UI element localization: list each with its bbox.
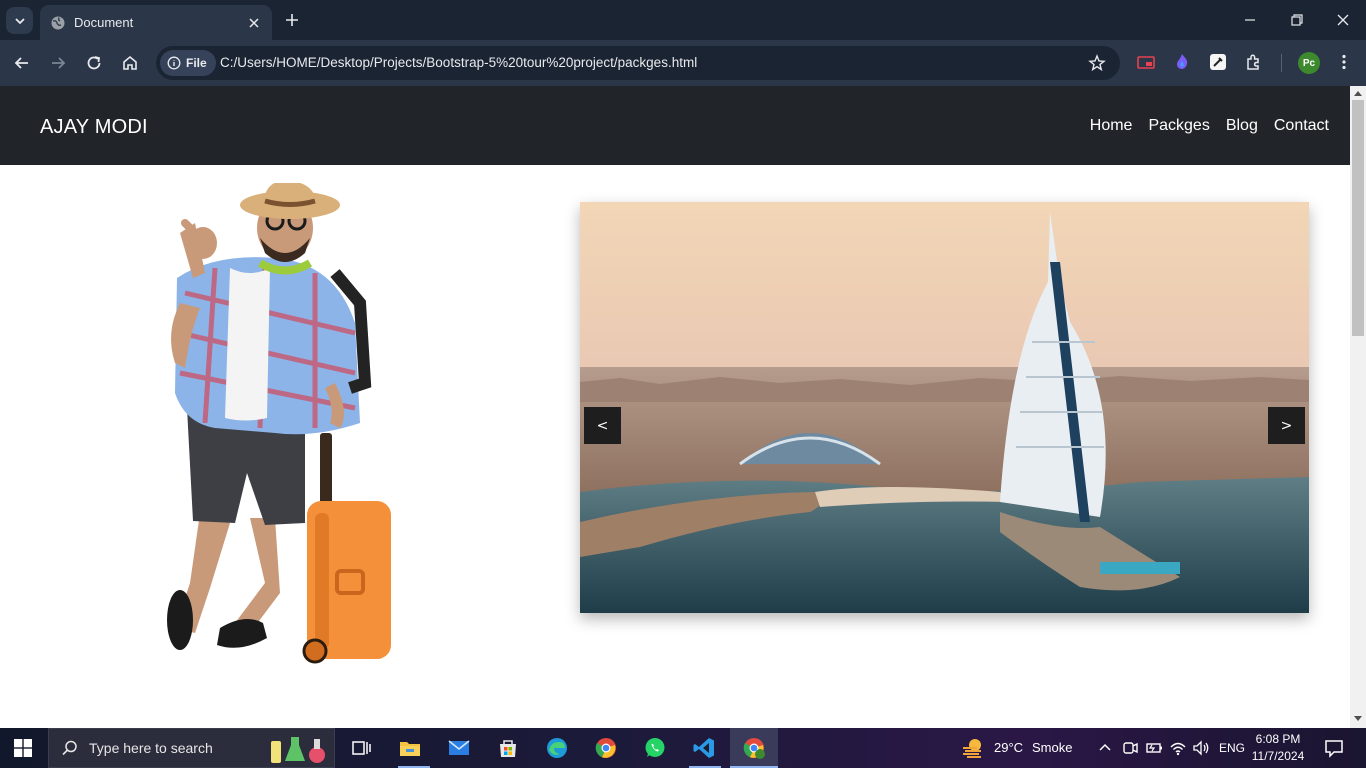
system-clock[interactable]: 6:08 PM 11/7/2024 (1248, 731, 1308, 765)
url-text[interactable]: C:/Users/HOME/Desktop/Projects/Bootstrap… (220, 55, 697, 70)
nav-contact[interactable]: Contact (1274, 117, 1329, 135)
eyedropper-icon[interactable] (1208, 52, 1228, 72)
vscode-icon[interactable] (692, 736, 716, 760)
taskbar-search-box[interactable]: Type here to search (48, 728, 335, 768)
extensions-puzzle-icon[interactable] (1244, 52, 1264, 72)
extension-flame-icon[interactable] (1172, 52, 1192, 72)
scroll-down-arrow-icon[interactable] (1354, 716, 1362, 721)
browser-tab[interactable]: Document (40, 5, 272, 40)
carousel-prev-button[interactable]: < (584, 407, 621, 444)
minimize-icon[interactable] (1240, 10, 1260, 30)
chrome-icon[interactable] (594, 736, 618, 760)
battery-icon[interactable] (1144, 738, 1164, 758)
new-tab-icon[interactable] (282, 10, 302, 30)
bookmark-star-icon[interactable] (1088, 54, 1106, 72)
brand-logo[interactable]: AJAY MODI (40, 116, 148, 139)
web-page: AJAY MODI Home Packges Blog Contact < > (0, 86, 1350, 728)
site-info-chip[interactable]: File (160, 50, 216, 76)
address-bar[interactable]: File C:/Users/HOME/Desktop/Projects/Boot… (156, 46, 1120, 80)
language-indicator[interactable]: ENG (1219, 741, 1245, 755)
clock-time: 6:08 PM (1255, 732, 1301, 746)
chevron-down-icon (14, 17, 25, 24)
science-flasks-icon (271, 737, 325, 763)
close-window-icon[interactable] (1333, 10, 1353, 30)
toolbar-separator (1281, 54, 1282, 72)
scroll-thumb[interactable] (1352, 100, 1364, 336)
scroll-up-arrow-icon[interactable] (1354, 91, 1362, 96)
traveler-illustration (167, 183, 391, 664)
wifi-icon[interactable] (1168, 738, 1188, 758)
tab-title: Document (74, 15, 134, 30)
close-tab-icon[interactable] (246, 15, 262, 31)
carousel-next-button[interactable]: > (1268, 407, 1305, 444)
taskbar-chrome-active[interactable] (730, 728, 778, 768)
mail-icon[interactable] (447, 736, 471, 760)
info-icon (167, 56, 181, 70)
edge-browser-icon[interactable] (545, 736, 569, 760)
search-icon (62, 740, 77, 756)
image-carousel: < > (580, 202, 1309, 613)
cast-icon[interactable] (1136, 52, 1156, 72)
profile-avatar[interactable]: Pc (1298, 52, 1320, 74)
file-explorer-icon[interactable] (398, 736, 422, 760)
home-icon[interactable] (119, 52, 141, 74)
menu-dots-icon[interactable] (1334, 52, 1354, 72)
nav-packges[interactable]: Packges (1148, 117, 1209, 135)
tab-search-button[interactable] (6, 7, 33, 34)
forward-arrow-icon[interactable] (47, 52, 69, 74)
nav-home[interactable]: Home (1090, 117, 1133, 135)
carousel-slide-image (580, 202, 1309, 613)
windows-start-icon[interactable] (14, 739, 32, 757)
volume-icon[interactable] (1191, 738, 1211, 758)
restore-icon[interactable] (1287, 10, 1307, 30)
nav-links: Home Packges Blog Contact (1090, 117, 1329, 135)
site-navbar: AJAY MODI Home Packges Blog Contact (0, 86, 1350, 165)
file-label: File (186, 56, 207, 70)
browser-toolbar: File C:/Users/HOME/Desktop/Projects/Boot… (0, 40, 1366, 86)
reload-icon[interactable] (83, 52, 105, 74)
nav-blog[interactable]: Blog (1226, 117, 1258, 135)
notifications-icon[interactable] (1322, 736, 1346, 760)
weather-description[interactable]: Smoke (1032, 740, 1072, 755)
windows-taskbar: Type here to search 29°C Smoke ENG 6:08 … (0, 728, 1366, 768)
page-scrollbar[interactable] (1350, 86, 1366, 728)
chrome-profile-icon (743, 738, 765, 759)
weather-haze-icon[interactable] (961, 736, 985, 760)
show-hidden-icons-chevron-icon[interactable] (1095, 738, 1115, 758)
microsoft-store-icon[interactable] (496, 736, 520, 760)
browser-tab-strip: Document (0, 0, 1366, 40)
task-view-icon[interactable] (349, 736, 373, 760)
clock-date: 11/7/2024 (1251, 749, 1305, 763)
weather-temperature[interactable]: 29°C (994, 740, 1023, 755)
search-placeholder: Type here to search (89, 740, 213, 756)
whatsapp-icon[interactable] (643, 736, 667, 760)
meet-now-icon[interactable] (1120, 738, 1140, 758)
back-arrow-icon[interactable] (11, 52, 33, 74)
globe-icon (51, 16, 65, 29)
